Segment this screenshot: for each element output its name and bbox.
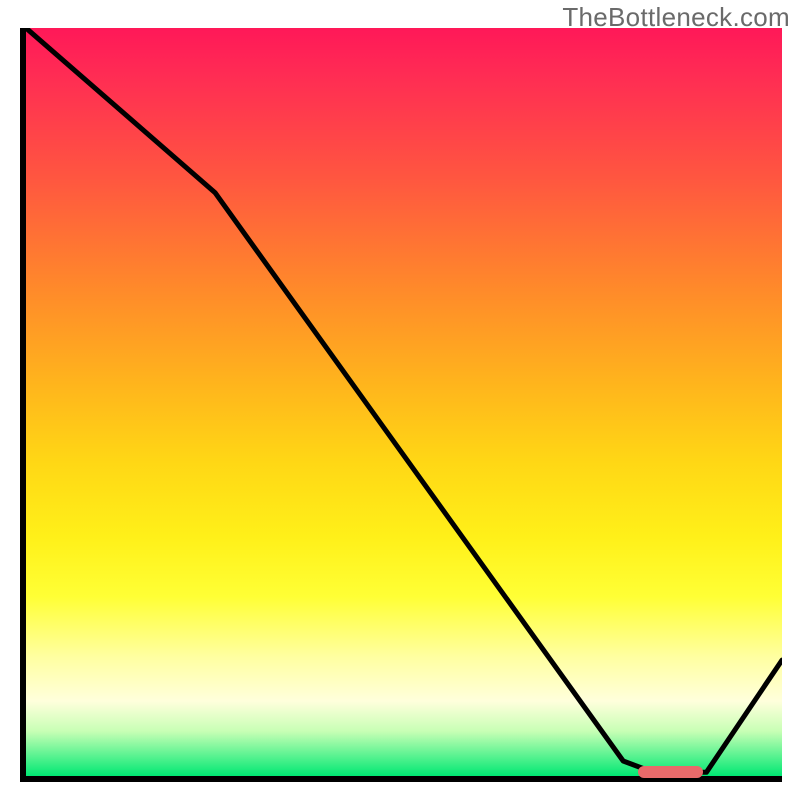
optimal-range-marker — [638, 766, 702, 778]
plot-area — [20, 28, 782, 782]
bottleneck-curve — [26, 28, 782, 772]
bottleneck-chart: TheBottleneck.com — [0, 0, 800, 800]
curve-layer — [26, 28, 782, 776]
